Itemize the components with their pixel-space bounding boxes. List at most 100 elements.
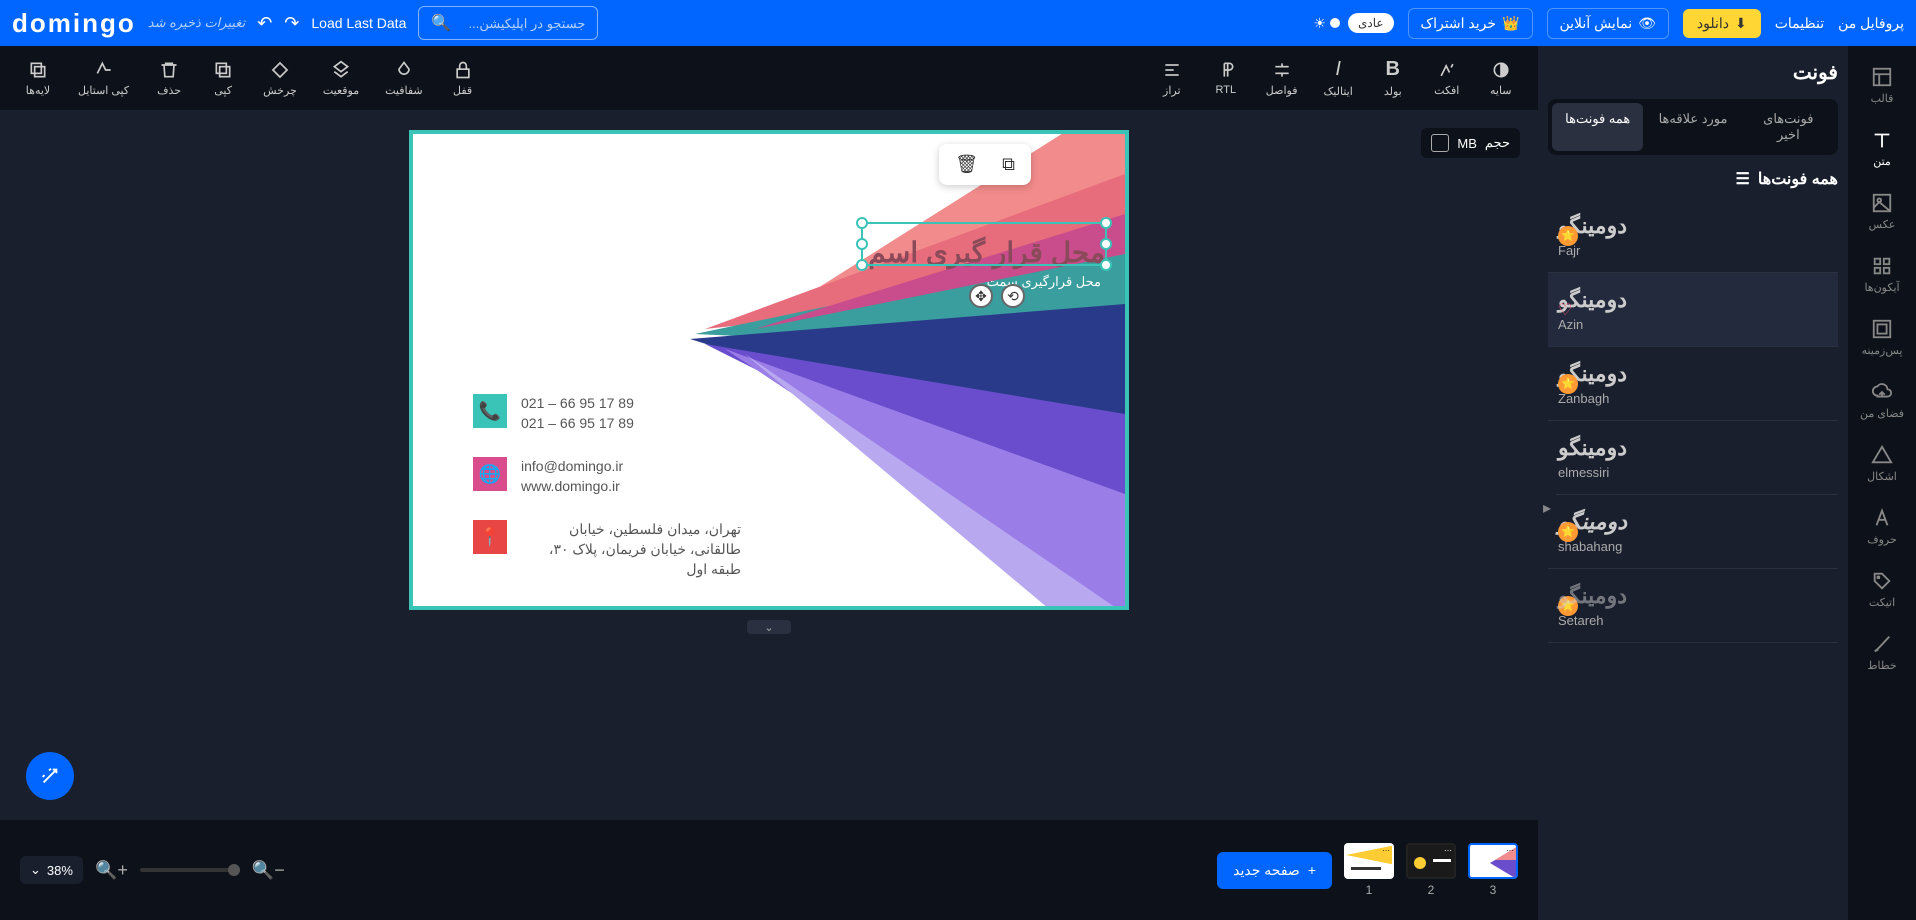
new-page-button[interactable]: صفحه جدید + (1217, 852, 1332, 889)
load-last-button[interactable]: Load Last Data (311, 15, 406, 31)
canvas[interactable]: ⧉ 🗑 محل قرار گیری اسم محل قرارگیری سمت ⟲… (409, 130, 1129, 610)
page-thumb-2[interactable]: ⋯ 2 (1406, 843, 1456, 897)
canvas-expand-icon[interactable]: ⌄ (747, 620, 791, 634)
rail-background[interactable]: پس‌زمینه (1848, 310, 1916, 365)
zoom-percent[interactable]: ⌄ 38% (20, 856, 83, 884)
rail-myspace[interactable]: فضای من (1848, 373, 1916, 428)
position-button[interactable]: موقعیت (315, 56, 367, 101)
phone-1[interactable]: 021 – 66 95 17 89 (521, 394, 634, 414)
bottom-bar: ⌄ 38% 🔍+ 🔍− صفحه جدید + ⋯ 1 ⋯ 2 ⋯ 3 (0, 820, 1538, 920)
move-handle-icon[interactable]: ✥ (969, 284, 993, 308)
pin-icon: 📍 (473, 520, 507, 554)
resize-handle[interactable] (1100, 238, 1112, 250)
shadow-button[interactable]: سایه (1479, 56, 1523, 101)
font-item-fajr[interactable]: ⭐ دومینگو Fajr (1548, 199, 1838, 273)
globe-icon: 🌐 (473, 457, 507, 491)
premium-badge-icon: ⭐ (1558, 522, 1578, 542)
undo-icon[interactable]: ↶ (257, 13, 272, 34)
selection-toolbar: ⧉ 🗑 (939, 144, 1031, 185)
copy-style-button[interactable]: کپی استایل (70, 56, 137, 101)
section-title: همه فونت‌ها ☰ (1548, 169, 1838, 189)
magic-wand-button[interactable] (26, 752, 74, 800)
tab-favorites[interactable]: مورد علاقه‌ها (1647, 103, 1738, 151)
layers-button[interactable]: لایه‌ها (16, 56, 60, 101)
font-panel: فونت فونت‌های اخیر مورد علاقه‌ها همه فون… (1538, 46, 1848, 920)
right-rail: قالب متن عکس آیکون‌ها پس‌زمینه فضای من ا… (1848, 46, 1916, 920)
settings-link[interactable]: تنظیمات (1775, 15, 1824, 32)
sun-icon: ☀ (1313, 15, 1326, 32)
preview-button[interactable]: 👁 نمایش آنلاین (1547, 8, 1669, 39)
rail-khatat[interactable]: خطاط (1848, 625, 1916, 680)
web-text[interactable]: www.domingo.ir (521, 477, 623, 497)
panel-title: فونت (1548, 60, 1838, 85)
tab-recent[interactable]: فونت‌های اخیر (1743, 103, 1834, 151)
heart-icon[interactable]: ♡ (1558, 300, 1572, 320)
font-item-elmessiri[interactable]: دومینگو elmessiri (1548, 421, 1838, 495)
redo-icon[interactable]: ↷ (284, 13, 299, 34)
rail-image[interactable]: عکس (1848, 184, 1916, 239)
rotate-button[interactable]: چرخش (255, 56, 305, 101)
rail-text[interactable]: متن (1848, 121, 1916, 176)
rtl-button[interactable]: RTL (1204, 56, 1248, 100)
profile-link[interactable]: پروفایل من (1838, 15, 1904, 32)
subscribe-button[interactable]: 👑 خرید اشتراک (1408, 8, 1533, 39)
font-item-setareh[interactable]: ⭐ دومینگو Setareh (1548, 569, 1838, 643)
resize-handle[interactable] (856, 238, 868, 250)
crown-icon: 👑 (1502, 15, 1519, 32)
app-header: domingo تغییرات ذخیره شد ↶ ↷ Load Last D… (0, 0, 1916, 46)
chevron-down-icon: ⌄ (30, 862, 41, 878)
phone-2[interactable]: 021 – 66 95 17 89 (521, 414, 634, 434)
rail-icons[interactable]: آیکون‌ها (1848, 247, 1916, 302)
resize-handle[interactable] (856, 217, 868, 229)
delete-button[interactable]: حذف (147, 56, 191, 101)
trash-icon[interactable]: 🗑 (955, 154, 978, 175)
italic-button[interactable]: Iایتالیک (1315, 54, 1360, 102)
copy-button[interactable]: کپی (201, 56, 245, 101)
canvas-area: حجم MB ⧉ 🗑 محل قرار گیری اسم (0, 110, 1538, 820)
bold-button[interactable]: Bبولد (1371, 54, 1415, 102)
font-item-zanbagh[interactable]: ⭐ دومینگو Zanbagh (1548, 347, 1838, 421)
download-icon: ⬇ (1735, 15, 1747, 32)
tab-all-fonts[interactable]: همه فونت‌ها (1552, 103, 1643, 151)
align-button[interactable]: تراز (1150, 56, 1194, 101)
rotate-handle-icon[interactable]: ⟲ (1001, 284, 1025, 308)
spacing-button[interactable]: فواصل (1258, 56, 1306, 101)
slider-thumb[interactable] (228, 864, 240, 876)
page-thumb-1[interactable]: ⋯ 1 (1344, 843, 1394, 897)
page-thumb-3[interactable]: ⋯ 3 (1468, 843, 1518, 897)
zoom-in-icon[interactable]: 🔍+ (95, 860, 128, 881)
email-text[interactable]: info@domingo.ir (521, 457, 623, 477)
phone-icon: 📞 (473, 394, 507, 428)
premium-badge-icon: ⭐ (1558, 374, 1578, 394)
rail-shapes[interactable]: اشکال (1848, 436, 1916, 491)
resize-handle[interactable] (1100, 259, 1112, 271)
rail-template[interactable]: قالب (1848, 58, 1916, 113)
search-field[interactable] (459, 16, 585, 31)
search-input[interactable]: 🔍 (418, 6, 598, 40)
premium-badge-icon: ⭐ (1558, 226, 1578, 246)
save-status: تغییرات ذخیره شد (148, 15, 245, 31)
zoom-out-icon[interactable]: 🔍− (252, 860, 285, 881)
selection-box[interactable] (861, 222, 1107, 266)
resize-handle[interactable] (1100, 217, 1112, 229)
effect-button[interactable]: افکت (1425, 56, 1469, 101)
font-item-azin[interactable]: ♡ دومینگو Azin (1548, 273, 1838, 347)
rail-letters[interactable]: حروف (1848, 499, 1916, 554)
plus-icon: + (1308, 862, 1316, 878)
duplicate-icon[interactable]: ⧉ (1002, 154, 1015, 175)
font-tabs: فونت‌های اخیر مورد علاقه‌ها همه فونت‌ها (1548, 99, 1838, 155)
lock-button[interactable]: قفل (441, 56, 485, 101)
size-badge[interactable]: حجم MB (1421, 128, 1520, 158)
list-icon: ☰ (1736, 169, 1750, 189)
logo: domingo (12, 8, 136, 39)
resize-handle[interactable] (856, 259, 868, 271)
address-text[interactable]: تهران، میدان فلسطین، خیابان طالقانی، خیا… (521, 520, 741, 579)
grid-icon (1431, 134, 1449, 152)
opacity-button[interactable]: شفافیت (377, 56, 431, 101)
zoom-slider[interactable] (140, 868, 240, 872)
mode-label: عادی (1348, 13, 1394, 33)
rail-etiket[interactable]: اتیکت (1848, 562, 1916, 617)
mode-toggle[interactable]: عادی ☀ (1313, 13, 1393, 33)
font-item-shabahang[interactable]: ⭐ دومینگو shabahang (1548, 495, 1838, 569)
download-button[interactable]: ⬇ دانلود (1683, 9, 1761, 38)
